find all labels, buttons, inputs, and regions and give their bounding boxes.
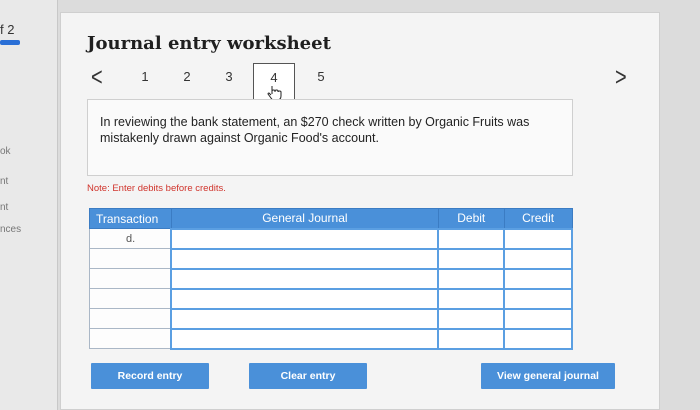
general-journal-input[interactable]: [170, 227, 440, 250]
table-row: [89, 307, 573, 330]
credit-input[interactable]: [503, 327, 573, 350]
journal-entry-table: Transaction General Journal Debit Credit…: [89, 208, 573, 350]
side-label: ok: [0, 146, 11, 157]
page-5-button[interactable]: 5: [309, 69, 333, 84]
table-row: [89, 247, 573, 270]
active-tab-indicator: [0, 40, 20, 45]
page-2-button[interactable]: 2: [175, 69, 199, 84]
background-page-strip: f 2 ok nt nt nces: [0, 0, 58, 410]
table-header-row: Transaction General Journal Debit Credit: [89, 208, 573, 229]
credit-input[interactable]: [503, 227, 573, 250]
view-general-journal-button[interactable]: View general journal: [481, 363, 615, 389]
clear-entry-button[interactable]: Clear entry: [249, 363, 367, 389]
credit-input[interactable]: [503, 267, 573, 290]
general-journal-input[interactable]: [170, 247, 440, 270]
transaction-cell: [89, 308, 172, 329]
transaction-cell: [89, 328, 172, 349]
page-1-button[interactable]: 1: [133, 69, 157, 84]
general-journal-input[interactable]: [170, 327, 440, 350]
next-page-button[interactable]: >: [615, 64, 627, 94]
table-row: [89, 287, 573, 310]
transaction-description: In reviewing the bank statement, an $270…: [87, 99, 573, 176]
record-entry-button[interactable]: Record entry: [91, 363, 209, 389]
transaction-cell: [89, 288, 172, 309]
credit-header: Credit: [503, 208, 573, 229]
transaction-cell: [89, 268, 172, 289]
page-title: Journal entry worksheet: [87, 33, 331, 54]
journal-worksheet-panel: Journal entry worksheet < 1 2 3 4 5 > In…: [60, 12, 660, 410]
page-4-label: 4: [270, 70, 278, 85]
table-row: d.: [89, 227, 573, 250]
general-journal-header: General Journal: [170, 208, 439, 229]
debit-input[interactable]: [437, 247, 506, 270]
side-label: nt: [0, 202, 9, 213]
credit-input[interactable]: [503, 287, 573, 310]
debit-input[interactable]: [437, 327, 506, 350]
prev-page-button[interactable]: <: [91, 64, 103, 94]
transaction-cell: [89, 248, 172, 269]
table-row: [89, 267, 573, 290]
debit-input[interactable]: [437, 227, 506, 250]
credit-input[interactable]: [503, 247, 573, 270]
debit-input[interactable]: [437, 307, 506, 330]
general-journal-input[interactable]: [170, 267, 440, 290]
debit-input[interactable]: [437, 267, 506, 290]
credit-input[interactable]: [503, 307, 573, 330]
instruction-note: Note: Enter debits before credits.: [87, 183, 226, 194]
side-label: nt: [0, 176, 9, 187]
debit-header: Debit: [437, 208, 505, 229]
page-3-button[interactable]: 3: [217, 69, 241, 84]
table-row: [89, 327, 573, 350]
general-journal-input[interactable]: [170, 287, 440, 310]
debit-input[interactable]: [437, 287, 506, 310]
side-label: nces: [0, 224, 22, 235]
transaction-cell: d.: [89, 228, 172, 249]
transaction-header: Transaction: [89, 208, 172, 229]
general-journal-input[interactable]: [170, 307, 440, 330]
tab-number: f 2: [0, 22, 15, 37]
